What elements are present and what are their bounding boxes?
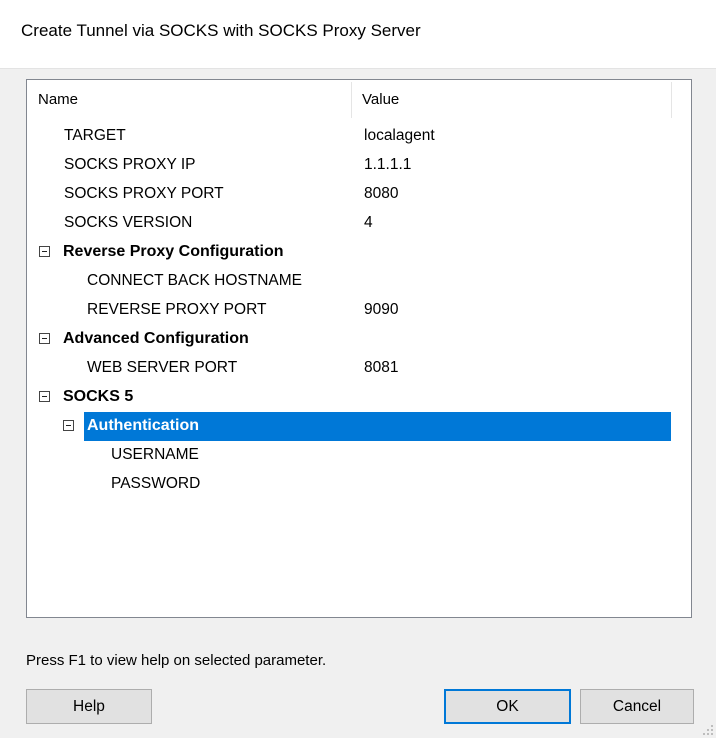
group-label: SOCKS 5 (63, 388, 134, 405)
tree-group-authentication[interactable]: Authentication (27, 412, 691, 441)
tree-group-advanced[interactable]: Advanced Configuration (27, 325, 691, 354)
resize-grip-icon[interactable] (702, 724, 714, 736)
window-title: Create Tunnel via SOCKS with SOCKS Proxy… (21, 21, 421, 40)
collapse-icon[interactable] (39, 333, 50, 344)
tree-row-password[interactable]: PASSWORD (27, 470, 691, 499)
param-value: 4 (364, 214, 373, 231)
param-name: REVERSE PROXY PORT (87, 301, 267, 318)
column-divider-end[interactable] (671, 82, 672, 118)
group-label: Authentication (87, 417, 199, 434)
collapse-icon[interactable] (63, 420, 74, 431)
param-name: SOCKS VERSION (64, 214, 193, 231)
tree-row-reverse-proxy-port[interactable]: REVERSE PROXY PORT 9090 (27, 296, 691, 325)
collapse-icon[interactable] (39, 391, 50, 402)
tree-row-connect-back-hostname[interactable]: CONNECT BACK HOSTNAME (27, 267, 691, 296)
ok-button[interactable]: OK (444, 689, 571, 724)
param-name: TARGET (64, 127, 126, 144)
param-value: 1.1.1.1 (364, 156, 412, 173)
tree-row-target[interactable]: TARGET localagent (27, 122, 691, 151)
tree-row-username[interactable]: USERNAME (27, 441, 691, 470)
help-hint: Press F1 to view help on selected parame… (26, 652, 327, 669)
param-value: 8081 (364, 359, 399, 376)
tree-row-socks-version[interactable]: SOCKS VERSION 4 (27, 209, 691, 238)
param-name: PASSWORD (111, 475, 201, 492)
help-button[interactable]: Help (26, 689, 152, 724)
collapse-icon[interactable] (39, 246, 50, 257)
title-bar: Create Tunnel via SOCKS with SOCKS Proxy… (0, 0, 716, 69)
tree-row-socks-proxy-port[interactable]: SOCKS PROXY PORT 8080 (27, 180, 691, 209)
param-name: SOCKS PROXY IP (64, 156, 196, 173)
column-divider[interactable] (351, 82, 352, 118)
param-value: 8080 (364, 185, 399, 202)
tree-row-socks-proxy-ip[interactable]: SOCKS PROXY IP 1.1.1.1 (27, 151, 691, 180)
param-name: SOCKS PROXY PORT (64, 185, 224, 202)
group-label: Advanced Configuration (63, 330, 249, 347)
param-value: 9090 (364, 301, 399, 318)
group-label: Reverse Proxy Configuration (63, 243, 284, 260)
column-header-name[interactable]: Name (38, 91, 78, 108)
param-name: CONNECT BACK HOSTNAME (87, 272, 303, 289)
cancel-button[interactable]: Cancel (580, 689, 694, 724)
param-value: localagent (364, 127, 435, 144)
tree-row-web-server-port[interactable]: WEB SERVER PORT 8081 (27, 354, 691, 383)
param-name: WEB SERVER PORT (87, 359, 238, 376)
parameter-tree[interactable]: Name Value TARGET localagent SOCKS PROXY… (26, 79, 692, 618)
param-name: USERNAME (111, 446, 199, 463)
tree-header: Name Value (27, 80, 691, 122)
column-header-value[interactable]: Value (362, 91, 399, 108)
tree-group-socks5[interactable]: SOCKS 5 (27, 383, 691, 412)
tree-group-reverse-proxy[interactable]: Reverse Proxy Configuration (27, 238, 691, 267)
